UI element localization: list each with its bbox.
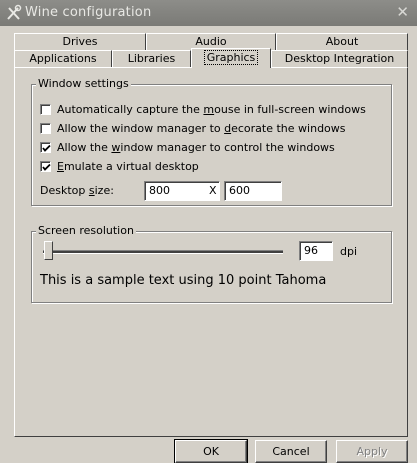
close-icon[interactable]: ✕ <box>396 3 409 21</box>
tab-label: Applications <box>29 52 97 65</box>
dpi-input[interactable]: 96 <box>299 241 333 261</box>
decorate-windows-label[interactable]: Allow the window manager to decorate the… <box>57 122 346 135</box>
dpi-slider-thumb[interactable] <box>44 241 53 260</box>
window-settings-title: Window settings <box>36 77 131 90</box>
capture-mouse-label[interactable]: Automatically capture the mouse in full-… <box>57 103 366 116</box>
screen-resolution-group <box>31 231 392 303</box>
check-mark-icon <box>42 163 51 171</box>
virtual-desktop-label[interactable]: Emulate a virtual desktop <box>57 160 199 173</box>
control-windows-label[interactable]: Allow the window manager to control the … <box>57 141 335 154</box>
tab-applications[interactable]: Applications <box>14 50 112 67</box>
dpi-slider-track[interactable] <box>43 250 283 254</box>
tab-label: Audio <box>195 35 227 48</box>
decorate-windows-checkbox[interactable] <box>40 123 51 134</box>
desktop-size-label: Desktop size: <box>40 184 114 197</box>
tab-label: About <box>325 35 359 48</box>
tab-libraries[interactable]: Libraries <box>112 50 191 67</box>
tab-graphics[interactable]: Graphics <box>191 48 271 68</box>
ok-button[interactable]: OK <box>174 439 248 463</box>
capture-mouse-checkbox[interactable] <box>40 104 51 115</box>
tab-label: Libraries <box>127 52 176 65</box>
tab-about[interactable]: About <box>276 33 408 50</box>
screen-resolution-title: Screen resolution <box>36 224 136 237</box>
sample-text: This is a sample text using 10 point Tah… <box>40 273 327 288</box>
cancel-button[interactable]: Cancel <box>255 440 327 463</box>
check-mark-icon <box>42 144 51 152</box>
tab-desktop-integration[interactable]: Desktop Integration <box>271 50 408 67</box>
dpi-unit-label: dpi <box>340 245 358 258</box>
tab-label: Drives <box>62 35 98 48</box>
tab-label: Desktop Integration <box>284 52 395 65</box>
apply-button[interactable]: Apply <box>336 440 408 463</box>
control-windows-checkbox[interactable] <box>40 142 51 153</box>
window-title: Wine configuration <box>25 5 152 20</box>
wine-tools-icon <box>5 4 23 22</box>
virtual-desktop-checkbox[interactable] <box>40 161 51 172</box>
tab-drives[interactable]: Drives <box>14 33 146 50</box>
desktop-height-input[interactable]: 600 <box>224 181 282 201</box>
title-bar[interactable]: Wine configuration ✕ <box>0 0 417 26</box>
tab-label: Graphics <box>203 50 259 65</box>
desktop-size-separator: X <box>209 184 217 197</box>
